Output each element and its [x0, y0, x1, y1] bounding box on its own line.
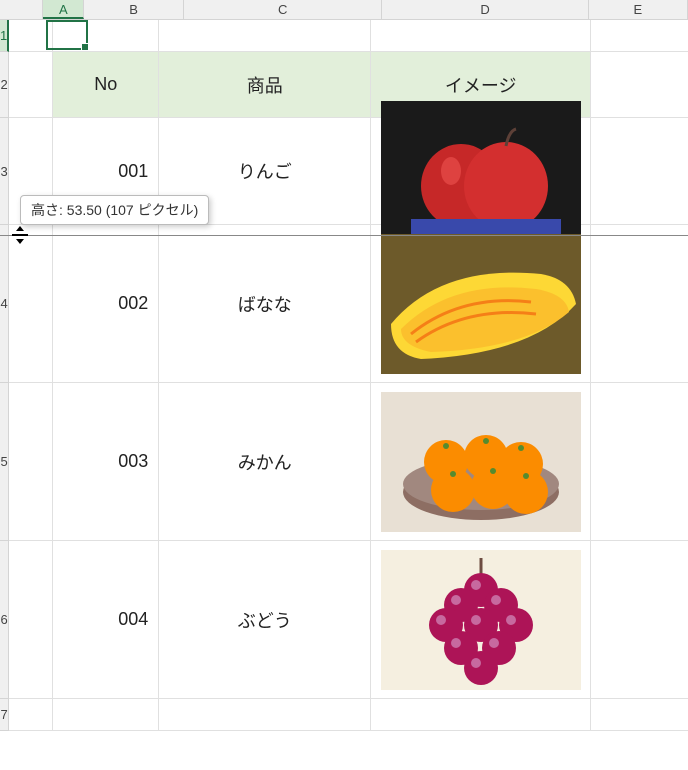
row-header-1[interactable]: 1: [0, 20, 9, 52]
cell-A4[interactable]: [9, 225, 53, 382]
body-area: 1234567 No 商品 イメージ 001りんご002ばなな003みかん004…: [0, 20, 688, 731]
cell-E6[interactable]: [591, 541, 688, 698]
cell-image-3[interactable]: [371, 118, 591, 224]
row-1: [9, 20, 688, 52]
spreadsheet: ABCDE 1234567 No 商品 イメージ 001りんご002ばなな003…: [0, 0, 688, 770]
row-header-2[interactable]: 2: [0, 52, 9, 118]
cell-C1[interactable]: [159, 20, 371, 51]
cell-image-5[interactable]: [371, 383, 591, 540]
cells-grid[interactable]: No 商品 イメージ 001りんご002ばなな003みかん004ぶどう: [9, 20, 688, 731]
cell-image-6[interactable]: [371, 541, 591, 698]
cell-A6[interactable]: [9, 541, 53, 698]
cell-name-6[interactable]: ぶどう: [159, 541, 371, 698]
cell-no-5[interactable]: 003: [53, 383, 159, 540]
cell-no-4[interactable]: 002: [53, 225, 159, 382]
cell-image-4[interactable]: [371, 225, 591, 382]
row-headers: 1234567: [0, 20, 9, 731]
column-header-A[interactable]: A: [43, 0, 84, 19]
row-header-5[interactable]: 5: [0, 383, 9, 541]
cell-E5[interactable]: [591, 383, 688, 540]
cell-E4[interactable]: [591, 225, 688, 382]
grape-image[interactable]: [381, 550, 581, 690]
column-header-E[interactable]: E: [589, 0, 688, 19]
row-5: 003みかん: [9, 383, 688, 541]
row-4: 002ばなな: [9, 225, 688, 383]
row-resize-guideline: [0, 235, 688, 236]
orange-image[interactable]: [381, 392, 581, 532]
cell-E1[interactable]: [591, 20, 688, 51]
row-header-3[interactable]: 3: [0, 118, 9, 225]
cell-A1[interactable]: [9, 20, 53, 51]
row-header-4[interactable]: 4: [0, 225, 9, 383]
column-header-B[interactable]: B: [84, 0, 183, 19]
apple-image[interactable]: [381, 101, 581, 241]
cell-name-5[interactable]: みかん: [159, 383, 371, 540]
banana-image[interactable]: [381, 234, 581, 374]
cell-B7[interactable]: [53, 699, 159, 730]
header-no[interactable]: No: [53, 52, 159, 117]
select-all-corner[interactable]: [0, 0, 43, 20]
cell-B1[interactable]: [53, 20, 159, 51]
row-header-6[interactable]: 6: [0, 541, 9, 699]
cell-A7[interactable]: [9, 699, 53, 730]
cell-E3[interactable]: [591, 118, 688, 224]
cell-D7[interactable]: [371, 699, 591, 730]
row-height-tooltip: 高さ: 53.50 (107 ピクセル): [20, 195, 209, 225]
cell-A5[interactable]: [9, 383, 53, 540]
row-header-7[interactable]: 7: [0, 699, 9, 731]
row-2: No 商品 イメージ: [9, 52, 688, 118]
column-header-C[interactable]: C: [184, 0, 383, 19]
row-7: [9, 699, 688, 731]
cell-E7[interactable]: [591, 699, 688, 730]
header-product[interactable]: 商品: [159, 52, 371, 117]
cell-name-4[interactable]: ばなな: [159, 225, 371, 382]
cell-E2[interactable]: [591, 52, 688, 117]
column-headers: ABCDE: [0, 0, 688, 20]
row-resize-cursor-icon: [10, 225, 30, 245]
cell-D1[interactable]: [371, 20, 591, 51]
cell-C7[interactable]: [159, 699, 371, 730]
column-header-D[interactable]: D: [382, 0, 588, 19]
cell-A2[interactable]: [9, 52, 53, 117]
row-6: 004ぶどう: [9, 541, 688, 699]
cell-no-6[interactable]: 004: [53, 541, 159, 698]
